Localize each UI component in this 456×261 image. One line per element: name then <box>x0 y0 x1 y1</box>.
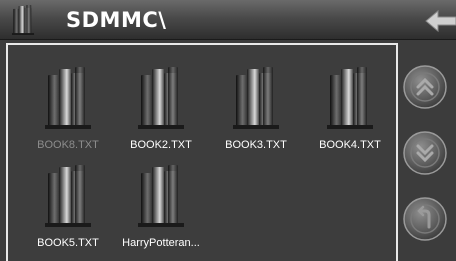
file-item[interactable]: HarryPotteran... <box>115 165 207 255</box>
back-arrow-icon[interactable] <box>424 9 456 33</box>
file-name: BOOK8.TXT <box>37 139 99 151</box>
side-controls <box>400 43 456 261</box>
page-title: SDMMC\ <box>66 8 167 32</box>
return-button[interactable] <box>403 197 447 241</box>
book-file-icon <box>138 165 184 227</box>
file-name: BOOK3.TXT <box>225 139 287 151</box>
return-icon <box>403 197 447 241</box>
double-chevron-up-icon <box>403 65 447 109</box>
book-file-icon <box>233 67 279 129</box>
file-name: HarryPotteran... <box>122 237 200 249</box>
file-item[interactable]: BOOK4.TXT <box>304 67 396 157</box>
header-bar: SDMMC\ <box>0 0 456 40</box>
file-item[interactable]: BOOK2.TXT <box>115 67 207 157</box>
file-browser-panel: BOOK8.TXT BOOK2.TXT BOOK3.TXT BOOK4.TXT … <box>6 43 398 261</box>
file-item[interactable]: BOOK3.TXT <box>210 67 302 157</box>
file-name: BOOK4.TXT <box>319 139 381 151</box>
book-icon <box>10 5 36 35</box>
page-up-button[interactable] <box>403 65 447 109</box>
book-file-icon <box>45 67 91 129</box>
file-grid: BOOK8.TXT BOOK2.TXT BOOK3.TXT BOOK4.TXT … <box>8 45 396 261</box>
book-file-icon <box>45 165 91 227</box>
file-item[interactable]: BOOK5.TXT <box>22 165 114 255</box>
file-item[interactable]: BOOK8.TXT <box>22 67 114 157</box>
book-file-icon <box>327 67 373 129</box>
book-file-icon <box>138 67 184 129</box>
double-chevron-down-icon <box>403 131 447 175</box>
file-name: BOOK5.TXT <box>37 237 99 249</box>
page-down-button[interactable] <box>403 131 447 175</box>
file-name: BOOK2.TXT <box>130 139 192 151</box>
